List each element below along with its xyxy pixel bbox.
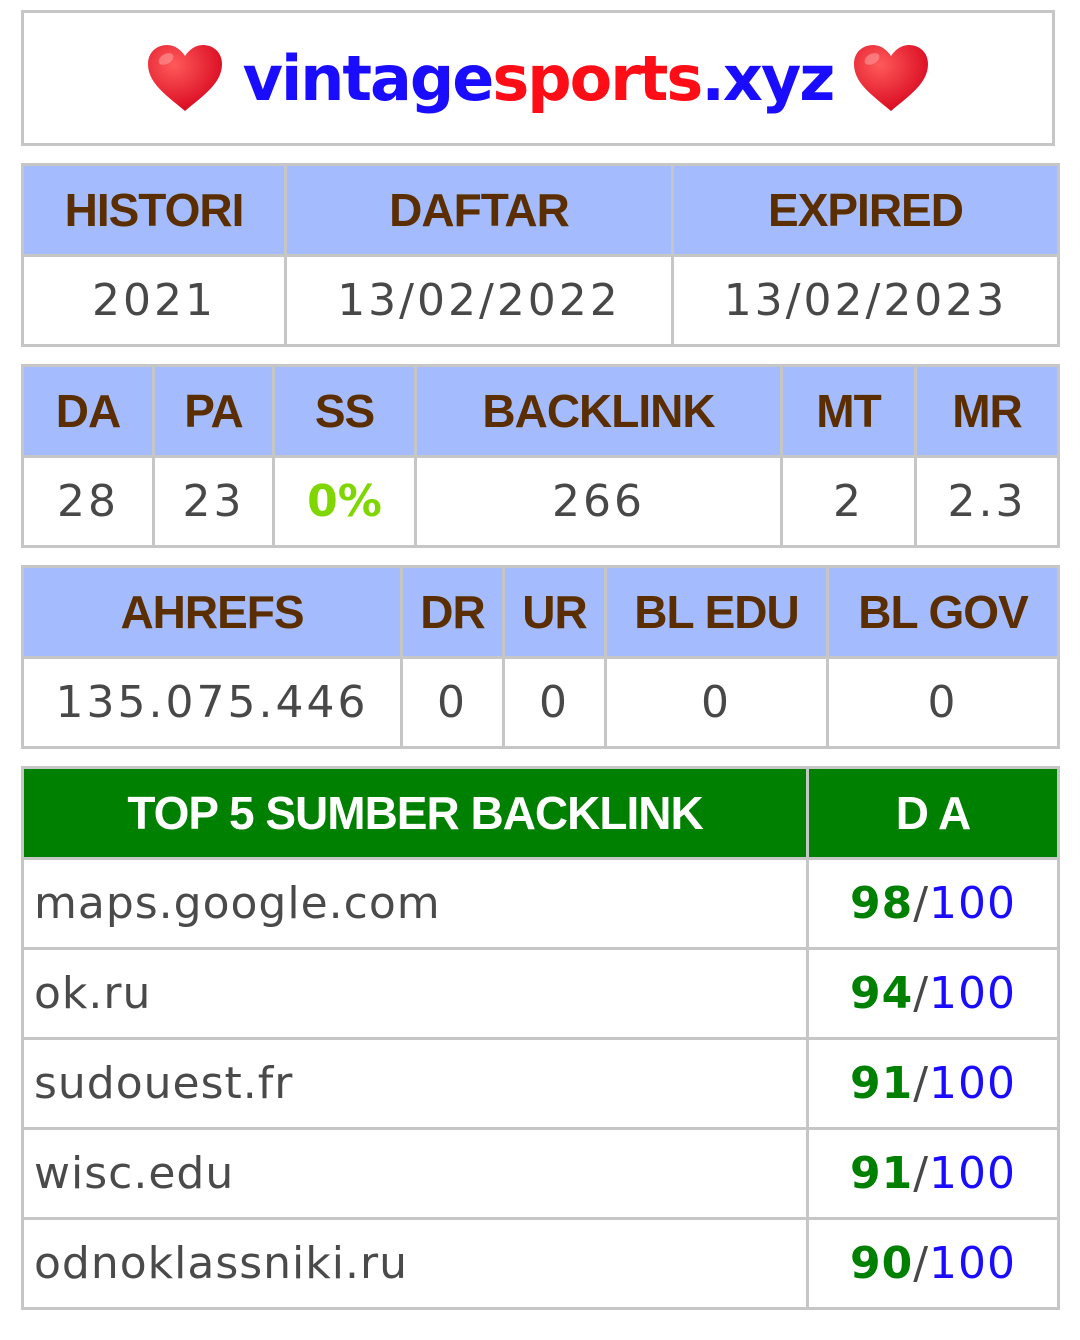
ahrefs-metrics-table: AHREFS DR UR BL EDU BL GOV 135.075.446 0…: [21, 565, 1060, 749]
header-da-score: D A: [806, 766, 1060, 860]
table-row: ok.ru 94/100: [21, 947, 1060, 1040]
value-dr: 0: [400, 656, 505, 749]
value-daftar: 13/02/2022: [284, 254, 674, 347]
da-max: 100: [929, 1148, 1017, 1199]
top-backlinks-header-row: TOP 5 SUMBER BACKLINK D A: [21, 766, 1060, 860]
da-max: 100: [929, 968, 1017, 1019]
ahrefs-value-row: 135.075.446 0 0 0 0: [21, 656, 1060, 749]
top-backlinks-table: TOP 5 SUMBER BACKLINK D A maps.google.co…: [21, 766, 1060, 1310]
value-mr: 2.3: [914, 455, 1060, 548]
backlink-site: wisc.edu: [21, 1127, 809, 1220]
domain-info-header-row: HISTORI DAFTAR EXPIRED: [21, 163, 1060, 257]
header-ahrefs: AHREFS: [21, 565, 403, 659]
da-separator: /: [913, 1238, 930, 1289]
value-da: 28: [21, 455, 155, 548]
value-ahrefs: 135.075.446: [21, 656, 403, 749]
value-mt: 2: [780, 455, 917, 548]
domain-report: vintagesports.xyz HISTORI DAFTAR EXPIRED: [0, 0, 1080, 1340]
domain-tld: .xyz: [701, 41, 835, 115]
header-top-sources: TOP 5 SUMBER BACKLINK: [21, 766, 809, 860]
moz-metrics-table: DA PA SS BACKLINK MT MR 28 23 0% 266 2 2…: [21, 364, 1060, 548]
table-row: odnoklassniki.ru 90/100: [21, 1217, 1060, 1310]
domain-title-box: vintagesports.xyz: [21, 10, 1055, 146]
value-histori: 2021: [21, 254, 287, 347]
moz-value-row: 28 23 0% 266 2 2.3: [21, 455, 1060, 548]
header-mr: MR: [914, 364, 1060, 458]
value-ur: 0: [502, 656, 607, 749]
da-value: 98: [849, 878, 914, 929]
value-backlink: 266: [414, 455, 783, 548]
value-ss: 0%: [272, 455, 417, 548]
backlink-site: maps.google.com: [21, 857, 809, 950]
da-value: 91: [849, 1148, 914, 1199]
backlink-da: 91/100: [806, 1127, 1060, 1220]
header-bl-gov: BL GOV: [826, 565, 1060, 659]
header-histori: HISTORI: [21, 163, 287, 257]
da-separator: /: [913, 1058, 930, 1109]
header-backlink: BACKLINK: [414, 364, 783, 458]
table-row: wisc.edu 91/100: [21, 1127, 1060, 1220]
backlink-da: 91/100: [806, 1037, 1060, 1130]
header-ur: UR: [502, 565, 607, 659]
value-bl-edu: 0: [604, 656, 829, 749]
domain-info-table: HISTORI DAFTAR EXPIRED 2021 13/02/2022 1…: [21, 163, 1060, 347]
backlink-da: 98/100: [806, 857, 1060, 950]
ahrefs-header-row: AHREFS DR UR BL EDU BL GOV: [21, 565, 1060, 659]
header-mt: MT: [780, 364, 917, 458]
table-row: sudouest.fr 91/100: [21, 1037, 1060, 1130]
value-bl-gov: 0: [826, 656, 1060, 749]
header-pa: PA: [152, 364, 275, 458]
header-expired: EXPIRED: [671, 163, 1060, 257]
backlink-site: odnoklassniki.ru: [21, 1217, 809, 1310]
da-max: 100: [929, 1058, 1017, 1109]
da-value: 91: [849, 1058, 914, 1109]
header-ss: SS: [272, 364, 417, 458]
domain-part-1: vintage: [242, 41, 495, 115]
heart-icon: [145, 38, 225, 118]
domain-info-value-row: 2021 13/02/2022 13/02/2023: [21, 254, 1060, 347]
da-max: 100: [929, 1238, 1017, 1289]
value-expired: 13/02/2023: [671, 254, 1060, 347]
backlink-da: 94/100: [806, 947, 1060, 1040]
backlink-site: sudouest.fr: [21, 1037, 809, 1130]
value-pa: 23: [152, 455, 275, 548]
da-separator: /: [913, 968, 930, 1019]
da-separator: /: [913, 1148, 930, 1199]
da-separator: /: [913, 878, 930, 929]
header-dr: DR: [400, 565, 505, 659]
da-value: 90: [849, 1238, 914, 1289]
domain-name: vintagesports.xyz: [242, 41, 836, 115]
header-da: DA: [21, 364, 155, 458]
header-daftar: DAFTAR: [284, 163, 674, 257]
da-max: 100: [929, 878, 1017, 929]
table-row: maps.google.com 98/100: [21, 857, 1060, 950]
backlink-da: 90/100: [806, 1217, 1060, 1310]
domain-part-2: sports: [492, 41, 703, 115]
moz-header-row: DA PA SS BACKLINK MT MR: [21, 364, 1060, 458]
backlink-site: ok.ru: [21, 947, 809, 1040]
heart-icon: [851, 38, 931, 118]
header-bl-edu: BL EDU: [604, 565, 829, 659]
da-value: 94: [849, 968, 914, 1019]
